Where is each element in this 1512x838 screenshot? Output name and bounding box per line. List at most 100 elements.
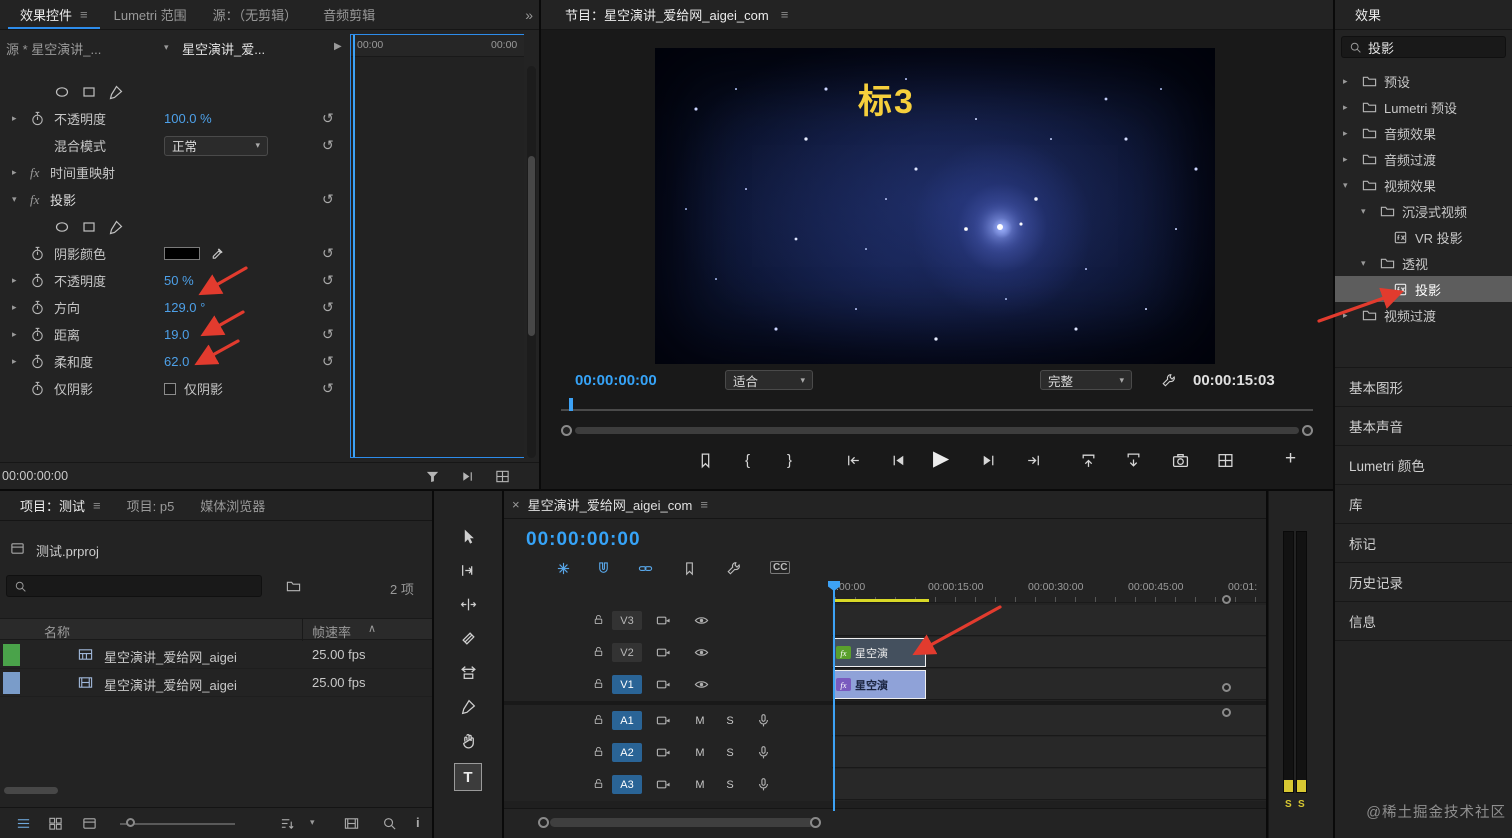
panel-tab-markers[interactable]: 标记 — [1335, 524, 1512, 563]
add-marker-button[interactable] — [697, 452, 714, 469]
shadow-only-checkbox[interactable] — [164, 382, 176, 395]
track-label-a3[interactable]: A3 — [612, 775, 642, 794]
source-patch-icon[interactable] — [656, 713, 671, 728]
track-output-eye-icon[interactable] — [694, 645, 709, 660]
chevron-right-icon[interactable]: ▸ — [1343, 76, 1355, 87]
mute-button[interactable]: M — [692, 777, 708, 793]
tree-item-video-transitions[interactable]: ▸ 视频过渡 — [1335, 302, 1512, 328]
pan-zoom-icon[interactable] — [495, 469, 510, 484]
playback-resolution-select[interactable]: 完整 ▾ — [1040, 370, 1132, 390]
zoom-handle-right[interactable] — [810, 817, 821, 828]
tab-project-test[interactable]: 项目：测试 ≡ — [8, 491, 113, 520]
step-back-button[interactable] — [890, 452, 907, 469]
play-audio-icon[interactable] — [460, 469, 475, 484]
tab-source-monitor[interactable]: 源：（无剪辑） — [201, 0, 310, 29]
automate-to-sequence-button[interactable] — [344, 816, 359, 831]
column-header-fps[interactable]: 帧速率 — [312, 622, 351, 641]
playhead-line[interactable] — [833, 589, 835, 811]
panel-tab-libraries[interactable]: 库 — [1335, 485, 1512, 524]
go-to-out-button[interactable] — [1025, 452, 1042, 469]
chevron-right-icon[interactable]: ▸ — [12, 167, 30, 178]
tree-item-audio-effects[interactable]: ▸ 音频效果 — [1335, 120, 1512, 146]
chevron-down-icon[interactable]: ▾ — [1361, 258, 1373, 269]
mute-button[interactable]: M — [692, 713, 708, 729]
add-marker-icon[interactable] — [682, 561, 697, 576]
stopwatch-icon[interactable] — [30, 111, 45, 126]
settings-wrench-icon[interactable] — [1161, 373, 1176, 388]
clip-v1-video[interactable]: fx 星空演 — [833, 670, 926, 699]
sort-ascending-icon[interactable]: ∧ — [368, 622, 376, 635]
voice-record-mic-icon[interactable] — [756, 713, 771, 728]
lock-icon[interactable] — [592, 677, 605, 690]
close-tab-icon[interactable]: × — [512, 497, 520, 512]
horizontal-zoom-scrollbar[interactable] — [550, 818, 814, 827]
timeline-tab-title[interactable]: 星空演讲_爱给网_aigei_com — [528, 495, 693, 514]
track-a2-lane[interactable] — [832, 737, 1266, 768]
panel-menu-icon[interactable]: ≡ — [80, 7, 88, 22]
lock-icon[interactable] — [592, 613, 605, 626]
slip-tool-button[interactable] — [454, 658, 482, 686]
item-name[interactable]: 星空演讲_爱给网_aigei — [104, 675, 237, 694]
chevron-down-icon[interactable]: ▾ — [310, 817, 315, 828]
timeline-timecode[interactable]: 00:00:00:00 — [526, 529, 641, 551]
stopwatch-icon[interactable] — [30, 300, 45, 315]
source-patch-icon[interactable] — [656, 777, 671, 792]
list-view-button[interactable] — [16, 816, 31, 831]
work-area-bar[interactable] — [833, 599, 929, 602]
icon-view-button[interactable] — [48, 816, 63, 831]
stopwatch-icon[interactable] — [30, 246, 45, 261]
sequence-clip-selector[interactable]: 星空演讲_爱... — [182, 39, 265, 58]
filter-properties-icon[interactable] — [425, 469, 440, 484]
track-label-v1[interactable]: V1 — [612, 675, 642, 694]
tree-item-vr-shadow-effect[interactable]: VR 投影 — [1335, 224, 1512, 250]
play-button[interactable]: ▶ — [933, 446, 949, 471]
solo-button[interactable]: S — [722, 745, 738, 761]
tree-item-audio-transitions[interactable]: ▸ 音频过渡 — [1335, 146, 1512, 172]
ellipse-mask-icon[interactable] — [54, 219, 70, 235]
chevron-right-icon[interactable]: ▸ — [12, 275, 30, 286]
scrollbar-track[interactable] — [575, 427, 1299, 434]
solo-right-button[interactable]: S — [1298, 799, 1305, 810]
captions-cc-icon[interactable]: CC — [770, 561, 791, 574]
find-button[interactable] — [382, 816, 397, 831]
tab-audio-clip-mixer[interactable]: 音频剪辑 — [311, 0, 387, 29]
lock-icon[interactable] — [592, 713, 605, 726]
zoom-level-select[interactable]: 适合 ▾ — [725, 370, 813, 390]
freeform-view-button[interactable] — [82, 816, 97, 831]
chevron-down-icon[interactable]: ▾ — [12, 194, 30, 205]
track-scroll-handle[interactable] — [1222, 683, 1231, 692]
tab-lumetri-scopes[interactable]: Lumetri 范围 — [102, 0, 199, 29]
reset-effect-icon[interactable]: ↺ — [322, 191, 334, 208]
scrollbar-thumb[interactable] — [528, 156, 535, 336]
track-label-v2[interactable]: V2 — [612, 643, 642, 662]
voice-record-mic-icon[interactable] — [756, 777, 771, 792]
reset-param-icon[interactable]: ↺ — [322, 326, 334, 343]
tree-item-drop-shadow-effect[interactable]: 投影 — [1335, 276, 1512, 302]
tab-effect-controls[interactable]: 效果控件 ≡ — [8, 0, 100, 29]
project-item-row[interactable]: 星空演讲_爱给网_aigei 25.00 fps — [0, 669, 432, 697]
source-patch-icon[interactable] — [656, 613, 671, 628]
export-frame-button[interactable] — [1172, 452, 1189, 469]
new-search-bin-icon[interactable] — [286, 579, 301, 594]
solo-button[interactable]: S — [722, 777, 738, 793]
stopwatch-icon[interactable] — [30, 273, 45, 288]
blend-mode-select[interactable]: 正常 ▾ — [164, 135, 268, 156]
tab-overflow-icon[interactable]: » — [525, 7, 533, 23]
pen-tool-button[interactable] — [454, 692, 482, 720]
sort-button[interactable] — [280, 816, 295, 831]
chevron-right-icon[interactable]: ▸ — [1343, 128, 1355, 139]
reset-param-icon[interactable]: ↺ — [322, 353, 334, 370]
reset-param-icon[interactable]: ↺ — [322, 110, 334, 127]
pen-mask-icon[interactable] — [108, 219, 124, 235]
track-label-a1[interactable]: A1 — [612, 711, 642, 730]
mark-out-button[interactable]: } — [787, 452, 792, 469]
param-value[interactable]: 100.0 % — [164, 111, 212, 126]
chevron-down-icon[interactable]: ▾ — [1343, 180, 1355, 191]
source-patch-icon[interactable] — [656, 645, 671, 660]
zoom-slider-knob[interactable] — [126, 818, 135, 827]
snap-magnet-icon[interactable] — [596, 561, 611, 576]
reset-param-icon[interactable]: ↺ — [322, 272, 334, 289]
step-forward-button[interactable] — [980, 452, 997, 469]
chevron-right-icon[interactable]: ▸ — [1343, 310, 1355, 321]
solo-left-button[interactable]: S — [1285, 799, 1292, 810]
